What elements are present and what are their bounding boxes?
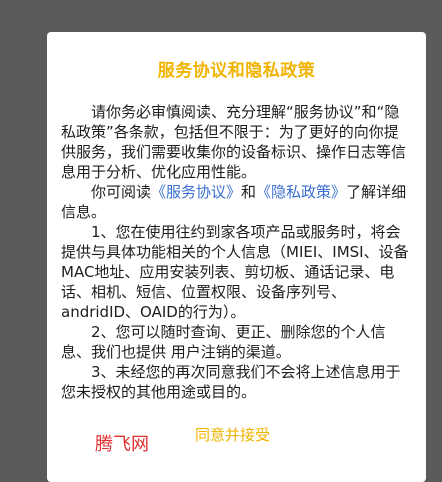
- paragraph-item-2: 2、您可以随时查询、更正、删除您的个人信息、我们也提供 用户注销的渠道。: [61, 323, 386, 361]
- paragraph-links: 你可阅读《服务协议》和《隐私政策》了解详细信息。: [61, 182, 412, 222]
- watermark-button[interactable]: 腾飞网: [95, 430, 149, 456]
- dialog-content: 请你务必审慎阅读、充分理解“服务协议”和“隐私政策”各条款，包括但不限于：为了更…: [61, 102, 412, 402]
- paragraph-item-3: 3、未经您的再次同意我们不会将上述信息用于您未授权的其他用途或目的。: [61, 363, 401, 401]
- agree-accept-button[interactable]: 同意并接受: [195, 424, 270, 445]
- links-prefix: 你可阅读: [91, 183, 152, 201]
- privacy-dialog: 服务协议和隐私政策 请你务必审慎阅读、充分理解“服务协议”和“隐私政策”各条款，…: [47, 32, 426, 482]
- paragraph-item-1: 1、您在使用往约到家各项产品或服务时，将会提供与具体功能相关的个人信息（MIEI…: [61, 223, 409, 321]
- dialog-title: 服务协议和隐私政策: [157, 61, 316, 81]
- privacy-policy-link[interactable]: 《隐私政策》: [256, 183, 346, 201]
- service-agreement-link[interactable]: 《服务协议》: [151, 183, 241, 201]
- paragraph-intro: 请你务必审慎阅读、充分理解“服务协议”和“隐私政策”各条款，包括但不限于：为了更…: [61, 103, 407, 181]
- dialog-footer: 腾飞网 同意并接受: [47, 420, 426, 460]
- links-and: 和: [241, 183, 257, 201]
